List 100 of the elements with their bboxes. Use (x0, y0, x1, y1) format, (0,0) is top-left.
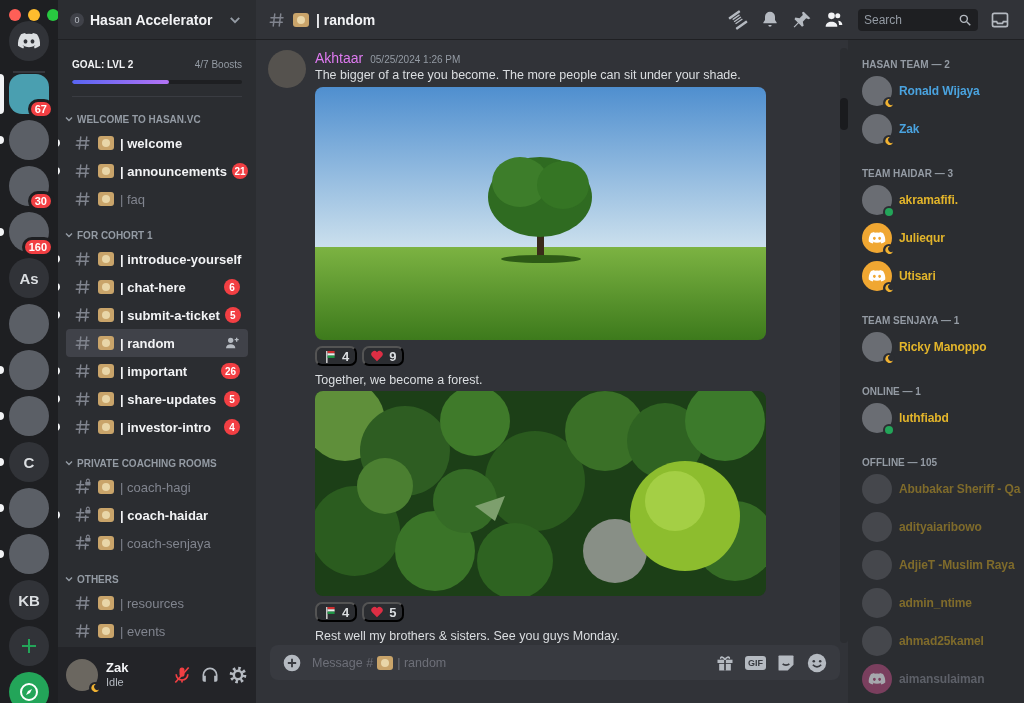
emoji-icon (97, 478, 115, 496)
chevron-icon[interactable] (64, 574, 74, 584)
emoji-icon (292, 10, 310, 29)
category-header[interactable]: FOR COHORT 1 (64, 225, 248, 245)
hash-icon (74, 418, 92, 436)
add-member-icon[interactable] (224, 335, 240, 351)
pin-icon[interactable] (792, 9, 812, 30)
add-attachment-icon[interactable] (282, 652, 302, 673)
hash-icon (74, 622, 92, 640)
online-status-icon (883, 424, 895, 436)
member-name[interactable]: Juliequr (899, 231, 945, 245)
home-button[interactable] (9, 21, 49, 61)
emoji-icon (97, 390, 115, 408)
hash-icon (74, 250, 92, 268)
member-name[interactable]: Ronald Wijaya (899, 84, 980, 98)
search-field[interactable]: Search (858, 8, 978, 31)
category-header[interactable]: PRIVATE COACHING ROOMS (64, 453, 248, 473)
server-icon[interactable] (9, 74, 49, 114)
message-text: Together, we become a forest. (315, 372, 484, 389)
hash-icon (74, 162, 92, 180)
threads-icon[interactable] (728, 9, 748, 30)
tree-photo[interactable] (315, 87, 766, 340)
channel-item[interactable]: | announcements 21 (66, 157, 248, 185)
user-avatar[interactable] (862, 664, 892, 694)
channel-item[interactable]: | coach-senjaya (66, 529, 248, 557)
channel-item[interactable]: | chat-here 6 (66, 273, 248, 301)
emoji-icon (97, 534, 115, 552)
private-channel-icon (74, 534, 92, 552)
server-icon[interactable]: As (9, 258, 49, 298)
user-name: Zak (106, 660, 130, 675)
user-status: Idle (106, 675, 125, 690)
input-hint: Message # (312, 655, 374, 670)
private-channel-icon (74, 506, 92, 524)
boost-goal: GOAL: LVL 2 (72, 58, 134, 70)
window-minimize-button[interactable] (28, 9, 40, 21)
member-name[interactable]: luthfiabd (899, 411, 949, 425)
category-header[interactable]: WELCOME TO HASAN.VC (64, 109, 248, 129)
server-icon[interactable] (9, 166, 49, 206)
emoji-icon (97, 622, 115, 640)
channel-item[interactable]: | introduce-yourself (66, 245, 248, 273)
channel-item[interactable]: | investor-intro 4 (66, 413, 248, 441)
forest-photo[interactable] (315, 391, 766, 596)
reaction-button[interactable]: 9 (362, 346, 405, 366)
emoji-icon (97, 334, 115, 352)
message-timestamp: 05/25/2024 1:26 PM (370, 54, 461, 65)
channel-item[interactable]: | coach-haidar (66, 501, 248, 529)
message-input[interactable]: Message # | random GIF (270, 645, 840, 680)
chevron-icon[interactable] (64, 458, 74, 468)
boost-badge: 0 (70, 12, 84, 27)
member-group-heading: OFFLINE — 105 (862, 456, 938, 470)
member-name[interactable]: Ricky Manoppo (899, 340, 987, 354)
emoji-icon (97, 190, 115, 208)
channel-item[interactable]: | welcome (66, 129, 248, 157)
window-close-button[interactable] (9, 9, 21, 21)
scrollbar-thumb[interactable] (840, 98, 848, 130)
settings-icon[interactable] (228, 665, 248, 685)
hash-icon (74, 362, 92, 380)
member-name[interactable]: Utisari (899, 269, 936, 283)
plus-icon (20, 637, 38, 655)
channel-item[interactable]: | share-updates 5 (66, 385, 248, 413)
channel-item[interactable]: | submit-a-ticket 5 (66, 301, 248, 329)
channel-item[interactable]: | random (66, 329, 248, 357)
channel-item[interactable]: | resources (66, 589, 248, 617)
emoji-picker-icon[interactable] (806, 651, 828, 674)
explore-button[interactable] (9, 672, 49, 703)
server-name[interactable]: Hasan Accelerator (90, 11, 213, 28)
boost-count[interactable]: 4/7 Boosts (194, 58, 242, 70)
hash-icon (74, 594, 92, 612)
gif-button[interactable]: GIF (745, 655, 766, 670)
mention-badge: 21 (231, 163, 248, 179)
author-name[interactable]: Akhtaar (315, 50, 364, 66)
add-server-button[interactable] (9, 626, 49, 666)
member-group-heading: TEAM SENJAYA — 1 (862, 314, 961, 328)
user-avatar[interactable] (862, 261, 892, 291)
category-header[interactable]: OTHERS (64, 569, 248, 589)
channel-title: | random (316, 11, 376, 28)
input-hint: | random (397, 655, 447, 670)
channel-item[interactable]: | events (66, 617, 248, 645)
member-name[interactable]: Zak (899, 122, 920, 136)
channel-item[interactable]: | important 26 (66, 357, 248, 385)
reaction-button[interactable]: 4 (315, 602, 358, 622)
reaction-button[interactable]: 4 (315, 346, 358, 366)
chevron-icon[interactable] (64, 114, 74, 124)
channel-item[interactable]: | faq (66, 185, 248, 213)
member-name[interactable]: akramafifi. (899, 193, 958, 207)
server-icon[interactable]: C (9, 442, 49, 482)
member-group-heading: HASAN TEAM — 2 (862, 58, 951, 72)
private-channel-icon (74, 478, 92, 496)
emoji-icon (97, 418, 115, 436)
microphone-muted-icon[interactable] (172, 665, 192, 685)
hash-icon (74, 334, 92, 352)
channel-item[interactable]: | coach-hagi (66, 473, 248, 501)
user-avatar[interactable] (862, 223, 892, 253)
reaction-button[interactable]: 5 (362, 602, 405, 622)
message-text: Rest well my brothers & sisters. See you guys Monday. (315, 628, 621, 645)
emoji-icon (97, 362, 115, 380)
emoji-icon (97, 278, 115, 296)
server-icon[interactable]: KB (9, 580, 49, 620)
headphones-icon[interactable] (200, 665, 220, 685)
chevron-icon[interactable] (64, 230, 74, 240)
